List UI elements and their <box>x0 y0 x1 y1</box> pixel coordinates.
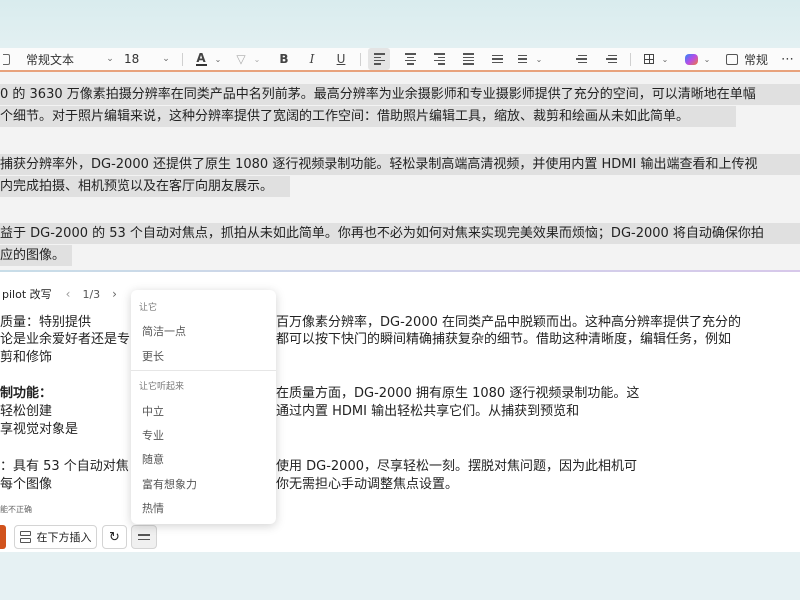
chevron-down-icon[interactable]: ⌄ <box>702 48 712 70</box>
style-selector[interactable]: 常规文本 <box>26 48 96 70</box>
chevron-right-icon[interactable]: › <box>112 287 117 301</box>
adjust-tone-icon[interactable] <box>131 525 157 549</box>
rewrite-right-line: 百万像素分辨率，DG-2000 在同类产品中脱颖而出。这种高分辨率提供了充分的 <box>276 315 741 330</box>
rewrite-left-line: 每个图像 <box>0 477 53 492</box>
replace-button[interactable] <box>0 525 6 549</box>
bold-button[interactable]: B <box>273 48 295 70</box>
insert-below-label: 在下方插入 <box>36 531 92 544</box>
rewrite-left-line: 轻松创建 <box>0 404 53 419</box>
document-line: 应的图像。 <box>0 245 72 266</box>
editor-window: 常规文本 ⌄ 18 ⌄ A ⌄ ▽ ⌄ B I U ⌄ ⌄ ⌄ 常规 ⋯ 0 的… <box>0 48 800 552</box>
copilot-header: pilot 改写 ‹ 1/3 › <box>0 284 117 304</box>
menu-item-enthusiastic[interactable]: 热情 <box>142 500 164 516</box>
rewrite-right-line: 都可以按下快门的瞬间精确捕获复杂的细节。借助这种清晰度，编辑任务，例如 <box>276 332 732 347</box>
style-name: 常规文本 <box>26 52 75 67</box>
underline-button[interactable]: U <box>330 48 352 70</box>
font-size-value: 18 <box>124 52 140 66</box>
highlighter-icon[interactable]: ▽ <box>230 48 252 70</box>
rewrite-left-line: 质量：特别提供 <box>0 315 92 330</box>
chevron-left-icon[interactable]: ‹ <box>66 287 71 301</box>
rewrite-left-line: 论是业余爱好者还是专 <box>0 332 131 347</box>
font-color-icon[interactable]: A <box>190 48 212 70</box>
document-selection[interactable]: 0 的 3630 万像素拍摄分辨率在同类产品中名列前茅。最高分辨率为业余摄影师和… <box>0 72 800 270</box>
increase-indent-icon[interactable] <box>600 48 622 70</box>
toolbar-divider <box>182 53 183 66</box>
bulleted-list-icon[interactable] <box>486 48 508 70</box>
chevron-down-icon[interactable]: ⌄ <box>213 48 223 70</box>
chevron-down-icon[interactable]: ⌄ <box>160 48 172 70</box>
menu-item-imaginative[interactable]: 富有想象力 <box>142 476 197 492</box>
chevron-down-icon[interactable]: ⌄ <box>102 48 118 70</box>
font-size-selector[interactable]: 18 <box>124 48 148 70</box>
menu-divider <box>131 370 276 371</box>
menu-section-header: 让它 <box>139 303 158 313</box>
document-line: 内完成拍摄、相机预览以及在客厅向朋友展示。 <box>0 176 290 197</box>
menu-item-longer[interactable]: 更长 <box>142 348 164 364</box>
document-line: 捕获分辨率外，DG-2000 还提供了原生 1080 逐行视频录制功能。轻松录制… <box>0 154 800 175</box>
menu-item-casual[interactable]: 随意 <box>142 451 164 467</box>
align-center-icon[interactable] <box>399 48 421 70</box>
rewrite-right-line: 通过内置 HDMI 输出轻松共享它们。从捕获到预览和 <box>276 404 580 419</box>
decrease-indent-icon[interactable] <box>570 48 592 70</box>
styles-icon[interactable] <box>722 48 742 70</box>
copilot-divider <box>0 270 800 272</box>
chevron-down-icon[interactable]: ⌄ <box>252 48 262 70</box>
align-right-icon[interactable] <box>428 48 450 70</box>
italic-button[interactable]: I <box>301 48 323 70</box>
chevron-down-icon[interactable]: ⌄ <box>660 48 670 70</box>
menu-item-neutral[interactable]: 中立 <box>142 403 164 419</box>
copilot-icon[interactable] <box>680 48 702 70</box>
rewrite-options-menu: 让它 简洁一点 更长 让它听起来 中立 专业 随意 富有想象力 热情 <box>131 290 276 524</box>
insert-below-button[interactable]: 在下方插入 <box>14 525 97 549</box>
menu-section-header: 让它听起来 <box>139 382 185 392</box>
align-left-icon[interactable] <box>368 48 390 70</box>
ai-disclaimer: 能不正确 <box>0 505 32 514</box>
document-line: 益于 DG-2000 的 53 个自动对焦点，抓拍从未如此简单。你再也不必为如何… <box>0 223 800 244</box>
justify-icon[interactable] <box>457 48 479 70</box>
menu-item-professional[interactable]: 专业 <box>142 427 164 443</box>
rewrite-left-line: 制功能： <box>0 386 53 401</box>
toolbar-divider <box>630 53 631 66</box>
styles-button[interactable]: 常规 <box>744 48 774 70</box>
menu-item-more-concise[interactable]: 简洁一点 <box>142 323 186 339</box>
rewrite-right-line: 使用 DG-2000，尽享轻松一刻。摆脱对焦问题，因为此相机可 <box>276 459 637 474</box>
rewrite-left-line: 享视觉对象是 <box>0 422 79 437</box>
rewrite-right-line: 在质量方面，DG-2000 拥有原生 1080 逐行视频录制功能。这 <box>276 386 640 401</box>
desktop-background-bottom <box>0 552 800 600</box>
toolbar-divider <box>360 53 361 66</box>
rewrite-left-line: 剪和修饰 <box>0 350 53 365</box>
insert-below-icon <box>19 531 31 543</box>
pager-value: 1/3 <box>82 287 101 301</box>
rewrite-right-line: 你无需担心手动调整焦点设置。 <box>276 477 459 492</box>
document-line: 0 的 3630 万像素拍摄分辨率在同类产品中名列前茅。最高分辨率为业余摄影师和… <box>0 84 800 105</box>
more-options-icon[interactable]: ⋯ <box>778 48 798 70</box>
numbered-list-icon[interactable] <box>510 48 532 70</box>
chevron-down-icon[interactable]: ⌄ <box>534 48 544 70</box>
desktop-background-top <box>0 0 800 48</box>
table-icon[interactable] <box>638 48 660 70</box>
toolbar-edge-icon[interactable] <box>0 48 12 70</box>
rewrite-left-line: ：具有 53 个自动对焦 <box>0 459 129 474</box>
regenerate-icon[interactable]: ↻ <box>102 525 127 549</box>
formatting-toolbar: 常规文本 ⌄ 18 ⌄ A ⌄ ▽ ⌄ B I U ⌄ ⌄ ⌄ 常规 ⋯ <box>0 48 800 70</box>
document-line: 个细节。对于照片编辑来说，这种分辨率提供了宽阔的工作空间：借助照片编辑工具，缩放… <box>0 106 736 127</box>
copilot-title: pilot 改写 <box>2 288 52 301</box>
